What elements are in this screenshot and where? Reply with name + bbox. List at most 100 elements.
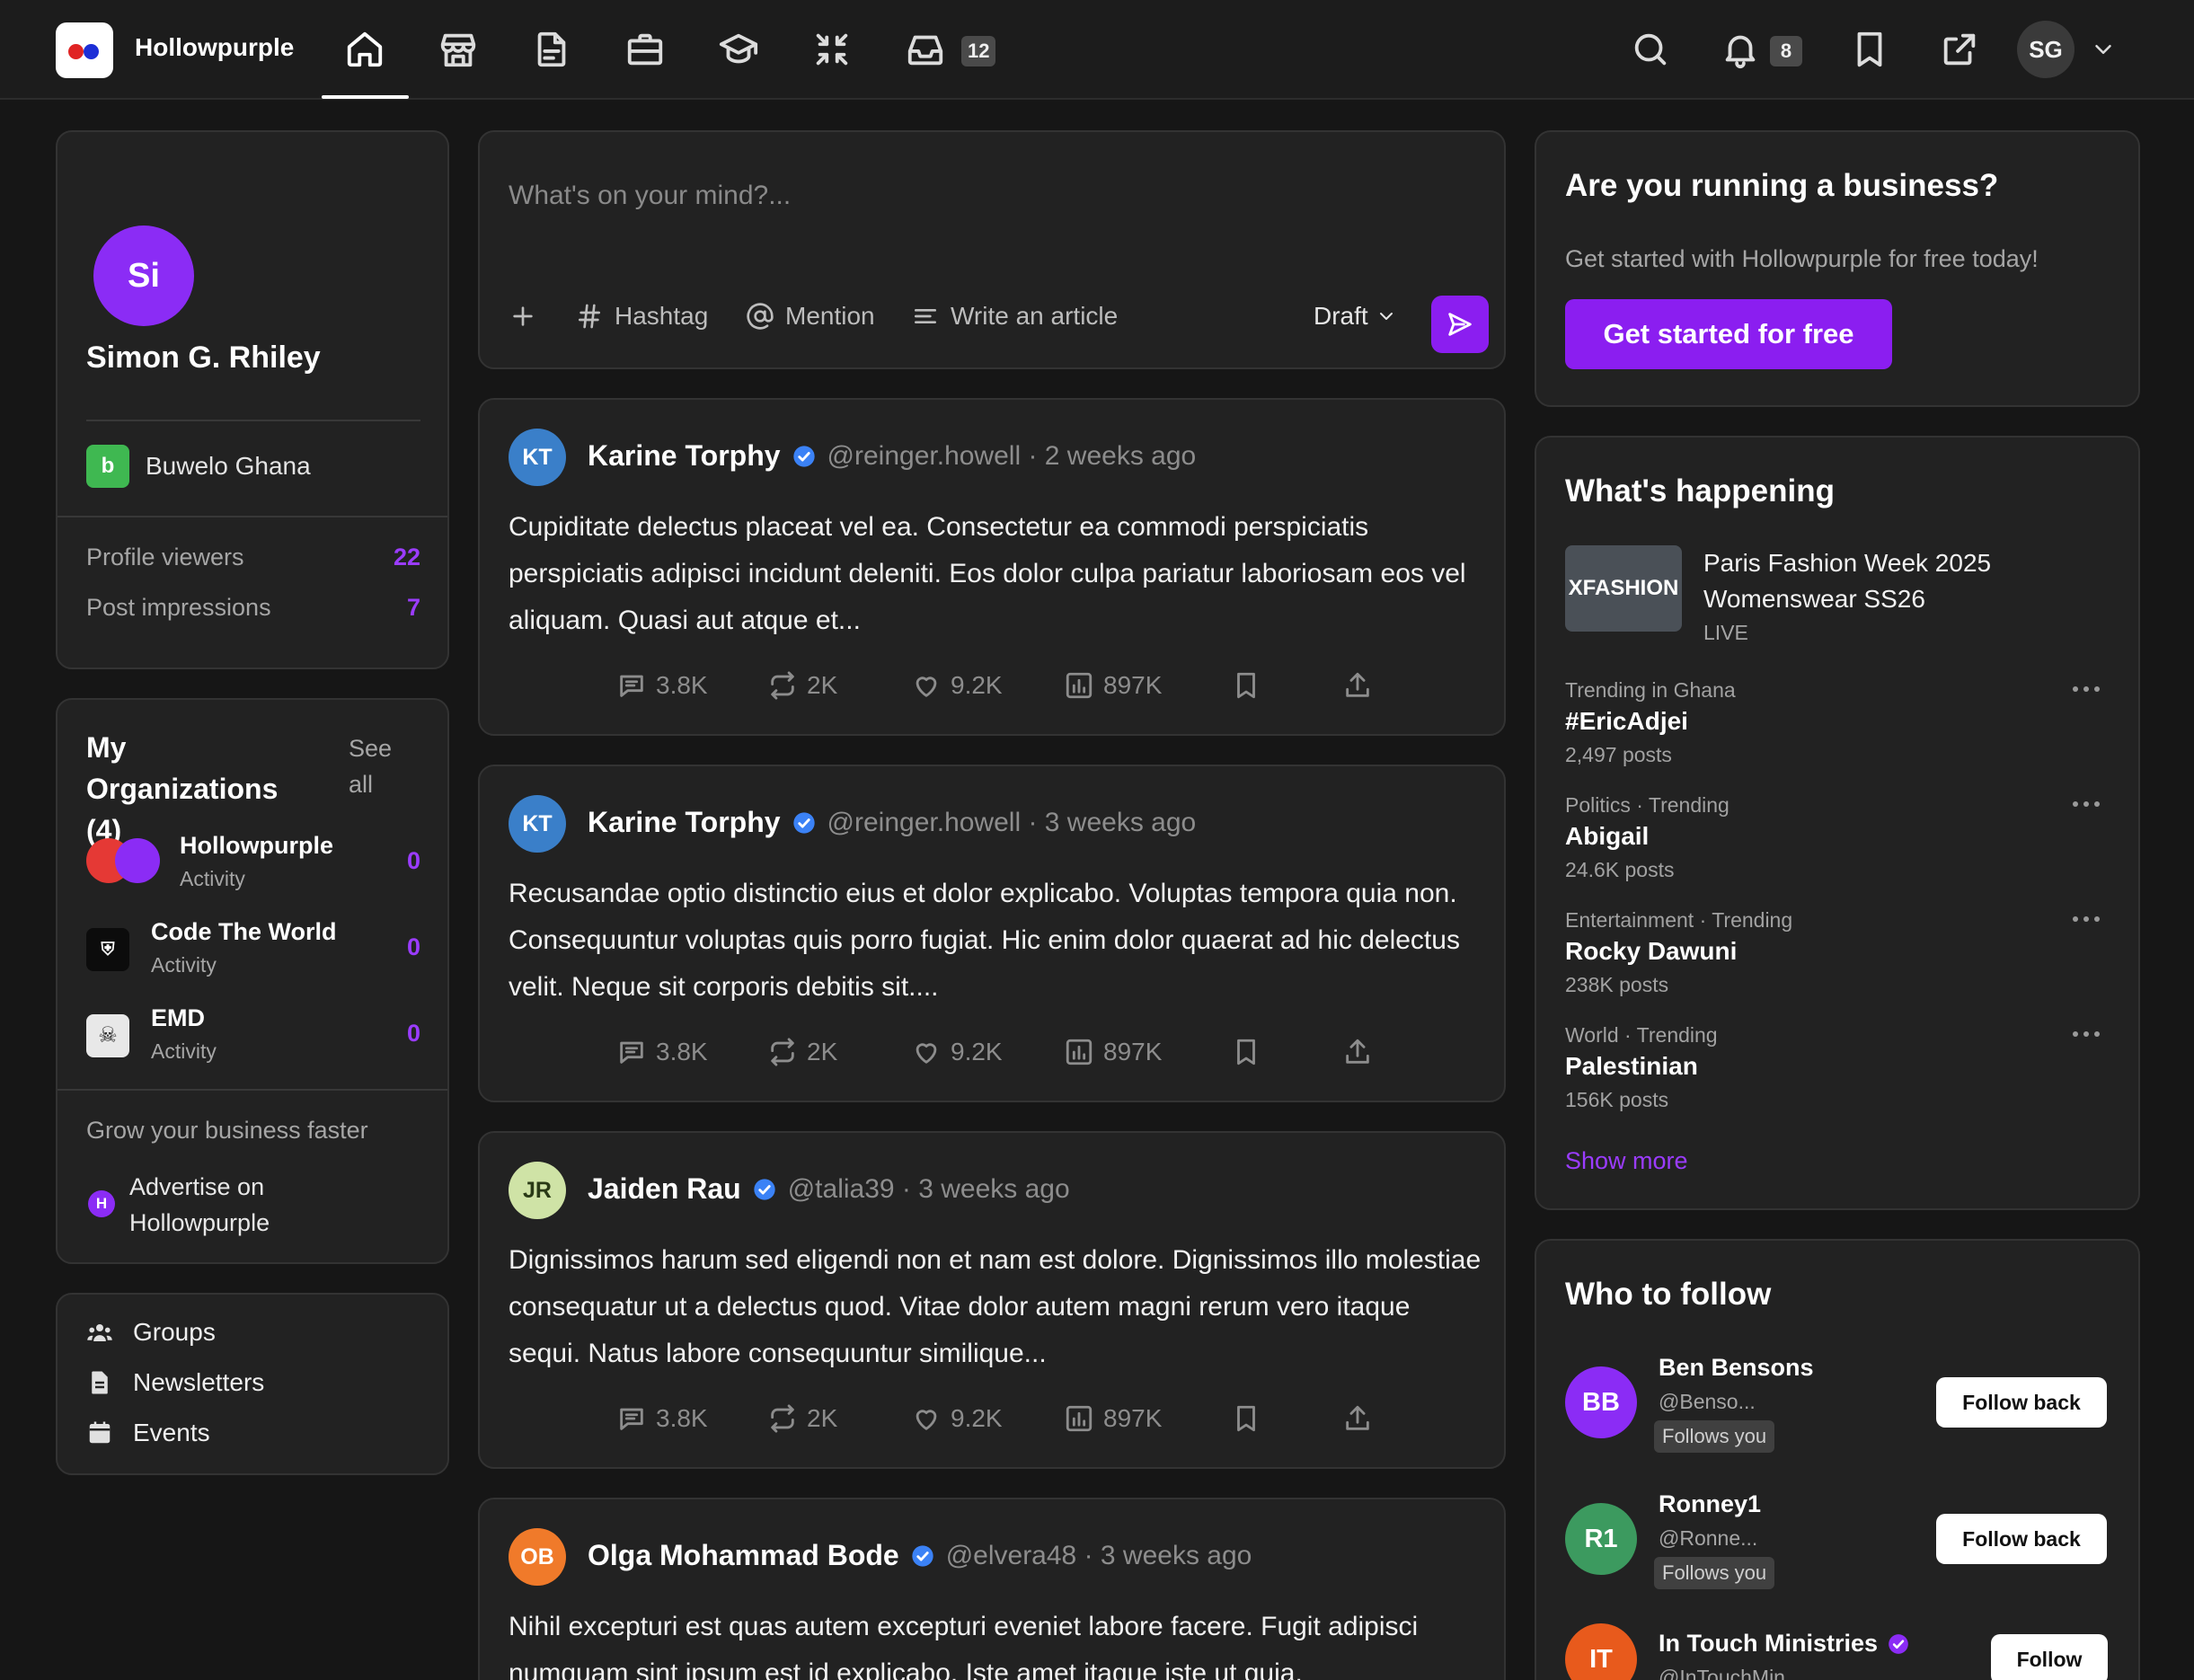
org-name[interactable]: EMD	[151, 1004, 205, 1032]
code-the-world-logo: ⛨	[86, 928, 129, 971]
share-button[interactable]	[1342, 1399, 1373, 1438]
see-all-link[interactable]: See all	[349, 730, 403, 802]
views-button[interactable]: 897K	[1064, 666, 1162, 705]
quick-link-events[interactable]: Events	[86, 1419, 210, 1447]
composer-input[interactable]: What's on your mind?...	[509, 181, 791, 211]
heart-icon	[916, 1043, 937, 1064]
bookmark-post-button[interactable]	[1231, 1399, 1261, 1438]
repost-icon	[771, 1404, 794, 1433]
featured-title[interactable]: Paris Fashion Week 2025 Womenswear SS26	[1703, 545, 2063, 617]
mention-button[interactable]: Mention	[746, 298, 875, 334]
share-button[interactable]	[1342, 666, 1373, 705]
featured-status: LIVE	[1703, 621, 1748, 644]
write-article-button[interactable]: Write an article	[911, 298, 1118, 334]
repost-button[interactable]: 2K	[767, 1032, 837, 1072]
share-button[interactable]	[1342, 1032, 1373, 1072]
repost-button[interactable]: 2K	[767, 1399, 837, 1438]
send-post-button[interactable]	[1431, 296, 1489, 353]
bell-icon[interactable]	[1720, 29, 1761, 70]
comment-button[interactable]: 3.8K	[616, 1399, 708, 1438]
business-title: Are you running a business?	[1565, 168, 1999, 203]
brand-logo[interactable]	[56, 22, 113, 78]
follow-back-button[interactable]: Follow back	[1936, 1377, 2107, 1428]
comment-button[interactable]: 3.8K	[616, 666, 708, 705]
views-button[interactable]: 897K	[1064, 1399, 1162, 1438]
more-options-icon[interactable]	[2068, 680, 2104, 698]
stat-label-profile-viewers[interactable]: Profile viewers	[86, 544, 244, 571]
post-text: Recusandae optio distinctio eius et dolo…	[509, 879, 1460, 1002]
briefcase-icon[interactable]	[624, 29, 666, 70]
follow-suggestion-name[interactable]: In Touch Ministries	[1659, 1630, 1878, 1658]
profile-avatar[interactable]: Si	[93, 225, 194, 326]
home-icon[interactable]	[344, 29, 385, 70]
repost-button[interactable]: 2K	[767, 666, 837, 705]
post-author-avatar[interactable]: OB	[509, 1528, 566, 1586]
add-attachment-button[interactable]	[509, 298, 537, 334]
follow-suggestion-avatar[interactable]: IT	[1565, 1623, 1637, 1680]
more-options-icon[interactable]	[2068, 1025, 2104, 1043]
post-handle-time[interactable]: @talia39 · 3 weeks ago	[788, 1174, 1070, 1205]
quick-links-card: Groups Newsletters Events	[56, 1293, 449, 1475]
stat-value-profile-viewers[interactable]: 22	[381, 544, 420, 571]
post-author-avatar[interactable]: JR	[509, 1162, 566, 1219]
org-name[interactable]: Code The World	[151, 918, 337, 946]
collapse-icon[interactable]	[811, 29, 853, 70]
quick-link-newsletters[interactable]: Newsletters	[86, 1368, 264, 1397]
post-handle-time[interactable]: @reinger.howell · 3 weeks ago	[827, 808, 1197, 838]
follow-suggestion-name-row[interactable]: In Touch Ministries	[1659, 1630, 1910, 1658]
chevron-down-icon[interactable]	[2090, 36, 2117, 63]
like-button[interactable]: 9.2K	[911, 666, 1003, 705]
more-options-icon[interactable]	[2068, 910, 2104, 928]
trend-topic[interactable]: Rocky Dawuni	[1565, 937, 1737, 966]
post-author-name[interactable]: Karine Torphy	[588, 806, 781, 839]
follow-suggestion-avatar[interactable]: R1	[1565, 1503, 1637, 1575]
like-button[interactable]: 9.2K	[911, 1032, 1003, 1072]
featured-thumbnail[interactable]: XFASHION	[1565, 545, 1682, 632]
user-avatar[interactable]: SG	[2017, 21, 2075, 78]
bookmark-icon	[1237, 1039, 1255, 1065]
post-author-avatar[interactable]: KT	[509, 429, 566, 486]
external-link-icon[interactable]	[1939, 29, 1980, 70]
visibility-dropdown[interactable]: Draft	[1314, 298, 1397, 334]
more-options-icon[interactable]	[2068, 795, 2104, 813]
emd-logo: ☠	[86, 1014, 129, 1057]
store-icon[interactable]	[438, 29, 479, 70]
post-author-avatar[interactable]: KT	[509, 795, 566, 853]
post-handle-time[interactable]: @elvera48 · 3 weeks ago	[946, 1541, 1252, 1571]
search-icon[interactable]	[1630, 29, 1671, 70]
stat-value-post-impressions[interactable]: 7	[381, 594, 420, 622]
bookmark-post-button[interactable]	[1231, 666, 1261, 705]
bookmark-icon[interactable]	[1849, 29, 1890, 70]
company-name[interactable]: Buwelo Ghana	[146, 452, 311, 481]
post-author-name[interactable]: Jaiden Rau	[588, 1172, 741, 1206]
trend-topic[interactable]: Abigail	[1565, 822, 1649, 851]
trend-topic[interactable]: #EricAdjei	[1565, 707, 1688, 736]
inbox-icon[interactable]	[905, 29, 946, 70]
profile-name[interactable]: Simon G. Rhiley	[86, 340, 321, 376]
like-button[interactable]: 9.2K	[911, 1399, 1003, 1438]
follow-back-button[interactable]: Follow back	[1936, 1514, 2107, 1564]
org-count: 0	[406, 847, 420, 874]
org-name[interactable]: Hollowpurple	[180, 832, 333, 860]
views-button[interactable]: 897K	[1064, 1032, 1162, 1072]
get-started-button[interactable]: Get started for free	[1565, 299, 1892, 369]
stat-label-post-impressions[interactable]: Post impressions	[86, 594, 271, 622]
post-author-name[interactable]: Karine Torphy	[588, 439, 781, 473]
post-header: Karine Torphy @reinger.howell · 2 weeks …	[588, 439, 1196, 473]
hashtag-button[interactable]: Hashtag	[575, 298, 708, 334]
post-author-name[interactable]: Olga Mohammad Bode	[588, 1539, 899, 1572]
advertise-link[interactable]: Advertise on Hollowpurple	[129, 1169, 345, 1241]
follow-button[interactable]: Follow	[1991, 1634, 2108, 1680]
quick-link-groups[interactable]: Groups	[86, 1318, 216, 1347]
document-icon[interactable]	[531, 29, 572, 70]
trend-topic[interactable]: Palestinian	[1565, 1052, 1698, 1081]
post-handle-time[interactable]: @reinger.howell · 2 weeks ago	[827, 441, 1197, 472]
show-more-link[interactable]: Show more	[1565, 1147, 1688, 1175]
brand-name[interactable]: Hollowpurple	[135, 33, 294, 62]
follow-suggestion-avatar[interactable]: BB	[1565, 1366, 1637, 1438]
follow-suggestion-name[interactable]: Ronney1	[1659, 1490, 1761, 1518]
follow-suggestion-name[interactable]: Ben Bensons	[1659, 1354, 1814, 1382]
comment-button[interactable]: 3.8K	[616, 1032, 708, 1072]
bookmark-post-button[interactable]	[1231, 1032, 1261, 1072]
graduation-cap-icon[interactable]	[718, 29, 759, 70]
